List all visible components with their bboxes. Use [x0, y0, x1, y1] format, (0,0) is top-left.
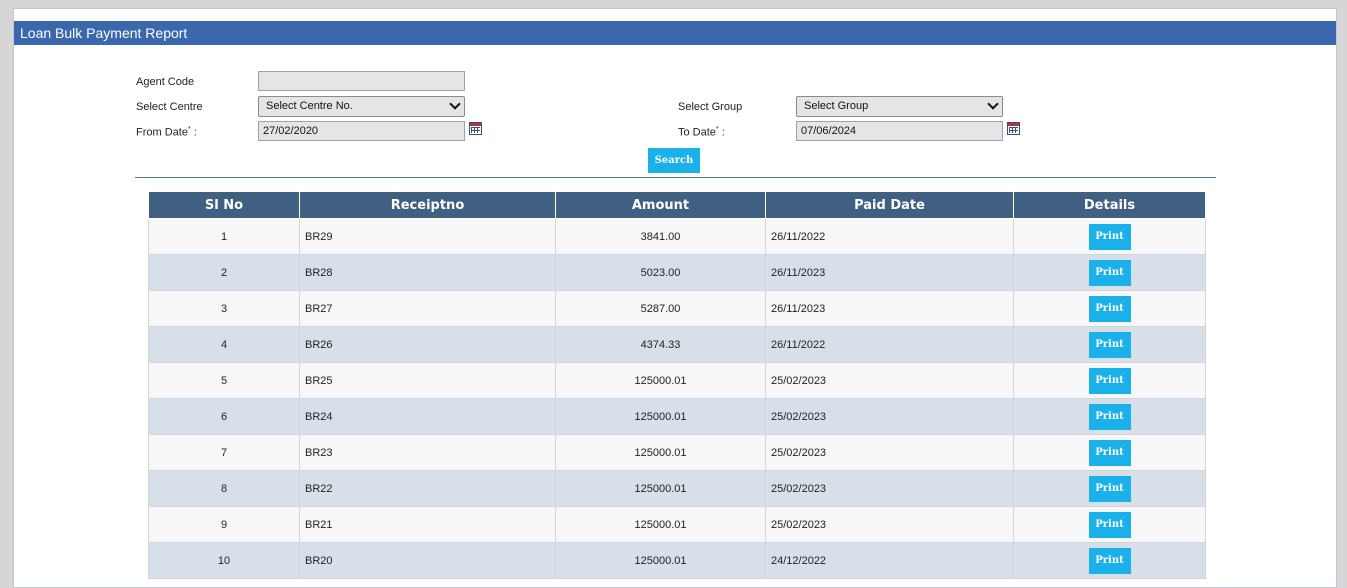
receipt-cell: BR22: [299, 470, 556, 507]
sl-no-cell: 2: [148, 254, 300, 291]
table-row: 7 BR23 125000.01 25/02/2023 Print: [148, 434, 1206, 471]
from-date-label: From Date* :: [136, 126, 197, 139]
receipt-cell: BR25: [299, 362, 556, 399]
amount-cell: 125000.01: [555, 434, 766, 471]
print-button[interactable]: Print: [1088, 403, 1131, 430]
sl-no-cell: 3: [148, 290, 300, 327]
table-row: 3 BR27 5287.00 26/11/2023 Print: [148, 290, 1206, 327]
print-button[interactable]: Print: [1088, 331, 1131, 358]
receipt-cell: BR21: [299, 506, 556, 543]
details-cell: Print: [1013, 470, 1206, 507]
paid-date-cell: 25/02/2023: [765, 470, 1014, 507]
table-row: 4 BR26 4374.33 26/11/2022 Print: [148, 326, 1206, 363]
to-date-field[interactable]: 07/06/2024: [796, 121, 1003, 141]
print-button[interactable]: Print: [1088, 367, 1131, 394]
amount-cell: 125000.01: [555, 362, 766, 399]
centre-select[interactable]: Select Centre No.: [258, 96, 465, 117]
print-button[interactable]: Print: [1088, 223, 1131, 250]
table-row: 5 BR25 125000.01 25/02/2023 Print: [148, 362, 1206, 399]
select-group-label: Select Group: [678, 101, 743, 113]
amount-cell: 4374.33: [555, 326, 766, 363]
receipt-cell: BR23: [299, 434, 556, 471]
receipt-cell: BR28: [299, 254, 556, 291]
table-row: 6 BR24 125000.01 25/02/2023 Print: [148, 398, 1206, 435]
details-cell: Print: [1013, 326, 1206, 363]
receipt-cell: BR27: [299, 290, 556, 327]
print-button[interactable]: Print: [1088, 547, 1131, 574]
agent-code-label: Agent Code: [136, 76, 195, 88]
page-title: Loan Bulk Payment Report: [14, 21, 1336, 45]
receipt-cell: BR24: [299, 398, 556, 435]
payment-table: Sl No Receiptno Amount Paid Date Details…: [148, 191, 1206, 579]
sl-no-cell: 5: [148, 362, 300, 399]
column-header-receiptno: Receiptno: [299, 191, 556, 219]
table-header-row: Sl No Receiptno Amount Paid Date Details: [148, 191, 1206, 219]
amount-cell: 3841.00: [555, 218, 766, 255]
print-button[interactable]: Print: [1088, 295, 1131, 322]
paid-date-cell: 25/02/2023: [765, 434, 1014, 471]
details-cell: Print: [1013, 362, 1206, 399]
amount-cell: 5287.00: [555, 290, 766, 327]
print-button[interactable]: Print: [1088, 439, 1131, 466]
details-cell: Print: [1013, 398, 1206, 435]
search-button[interactable]: Search: [648, 148, 700, 173]
print-button[interactable]: Print: [1088, 259, 1131, 286]
amount-cell: 125000.01: [555, 506, 766, 543]
paid-date-cell: 25/02/2023: [765, 362, 1014, 399]
calendar-icon[interactable]: [469, 122, 482, 135]
divider: [135, 177, 1216, 178]
column-header-details: Details: [1013, 191, 1206, 219]
amount-cell: 5023.00: [555, 254, 766, 291]
paid-date-cell: 26/11/2023: [765, 254, 1014, 291]
column-header-paid-date: Paid Date: [765, 191, 1014, 219]
details-cell: Print: [1013, 254, 1206, 291]
calendar-icon[interactable]: [1007, 122, 1020, 135]
chevron-down-icon: [449, 98, 461, 110]
table-row: 8 BR22 125000.01 25/02/2023 Print: [148, 470, 1206, 507]
amount-cell: 125000.01: [555, 398, 766, 435]
sl-no-cell: 9: [148, 506, 300, 543]
table-row: 9 BR21 125000.01 25/02/2023 Print: [148, 506, 1206, 543]
from-date-field[interactable]: 27/02/2020: [258, 121, 465, 141]
details-cell: Print: [1013, 290, 1206, 327]
report-panel: Loan Bulk Payment Report Agent Code Sele…: [13, 8, 1337, 588]
receipt-cell: BR29: [299, 218, 556, 255]
receipt-cell: BR26: [299, 326, 556, 363]
to-date-label: To Date* :: [678, 126, 725, 139]
table-row: 1 BR29 3841.00 26/11/2022 Print: [148, 218, 1206, 255]
details-cell: Print: [1013, 542, 1206, 579]
print-button[interactable]: Print: [1088, 511, 1131, 538]
sl-no-cell: 4: [148, 326, 300, 363]
group-select[interactable]: Select Group: [796, 96, 1003, 117]
column-header-amount: Amount: [555, 191, 766, 219]
table-row: 2 BR28 5023.00 26/11/2023 Print: [148, 254, 1206, 291]
amount-cell: 125000.01: [555, 470, 766, 507]
sl-no-cell: 1: [148, 218, 300, 255]
select-centre-label: Select Centre: [136, 101, 203, 113]
chevron-down-icon: [987, 98, 999, 110]
column-header-sl-no: Sl No: [148, 191, 300, 219]
sl-no-cell: 10: [148, 542, 300, 579]
sl-no-cell: 8: [148, 470, 300, 507]
agent-code-field[interactable]: [258, 71, 465, 91]
paid-date-cell: 26/11/2023: [765, 290, 1014, 327]
receipt-cell: BR20: [299, 542, 556, 579]
sl-no-cell: 6: [148, 398, 300, 435]
details-cell: Print: [1013, 434, 1206, 471]
paid-date-cell: 25/02/2023: [765, 506, 1014, 543]
amount-cell: 125000.01: [555, 542, 766, 579]
paid-date-cell: 24/12/2022: [765, 542, 1014, 579]
print-button[interactable]: Print: [1088, 475, 1131, 502]
details-cell: Print: [1013, 506, 1206, 543]
paid-date-cell: 25/02/2023: [765, 398, 1014, 435]
paid-date-cell: 26/11/2022: [765, 218, 1014, 255]
centre-select-value: Select Centre No.: [266, 100, 353, 112]
sl-no-cell: 7: [148, 434, 300, 471]
table-row: 10 BR20 125000.01 24/12/2022 Print: [148, 542, 1206, 579]
group-select-value: Select Group: [804, 100, 869, 112]
paid-date-cell: 26/11/2022: [765, 326, 1014, 363]
details-cell: Print: [1013, 218, 1206, 255]
